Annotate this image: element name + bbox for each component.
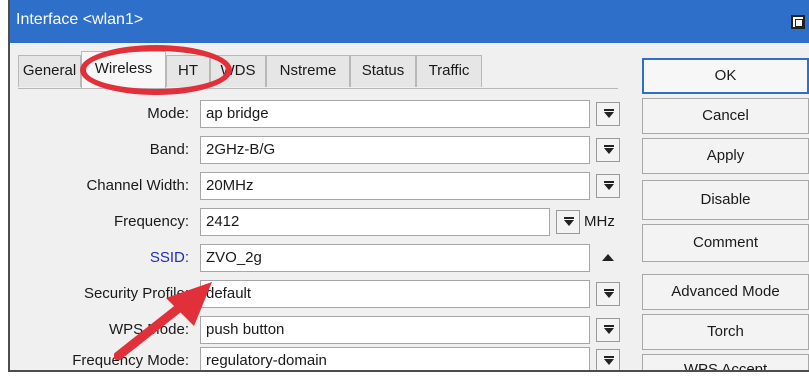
wps-mode-dropdown-icon[interactable] bbox=[596, 318, 620, 342]
channel-width-dropdown-icon[interactable] bbox=[596, 174, 620, 198]
wps-mode-select[interactable]: push button bbox=[200, 316, 590, 344]
tab-wds[interactable]: WDS bbox=[210, 55, 266, 87]
tab-divider bbox=[18, 88, 618, 89]
frequency-mode-dropdown-icon[interactable] bbox=[596, 349, 620, 370]
security-profile-select[interactable]: default bbox=[200, 280, 590, 308]
frequency-label: Frequency: bbox=[113, 213, 189, 230]
torch-button[interactable]: Torch bbox=[642, 314, 809, 350]
frequency-mode-label: Frequency Mode: bbox=[72, 352, 189, 369]
interface-window: Interface <wlan1> General Wireless HT WD… bbox=[8, 0, 809, 372]
tab-wireless[interactable]: Wireless bbox=[81, 51, 166, 88]
frequency-unit: MHz bbox=[584, 213, 615, 230]
mode-select[interactable]: ap bridge bbox=[200, 100, 590, 128]
window-title: Interface <wlan1> bbox=[16, 11, 144, 28]
advanced-mode-button[interactable]: Advanced Mode bbox=[642, 274, 809, 310]
tab-status[interactable]: Status bbox=[350, 55, 416, 87]
mode-dropdown-icon[interactable] bbox=[596, 102, 620, 126]
tab-general[interactable]: General bbox=[18, 55, 81, 87]
apply-button[interactable]: Apply bbox=[642, 138, 809, 174]
ok-button[interactable]: OK bbox=[642, 58, 809, 94]
security-profile-dropdown-icon[interactable] bbox=[596, 282, 620, 306]
wps-mode-label: WPS Mode: bbox=[108, 321, 189, 338]
tab-traffic[interactable]: Traffic bbox=[416, 55, 482, 87]
maximize-icon[interactable] bbox=[791, 15, 805, 29]
ssid-input[interactable]: ZVO_2g bbox=[200, 244, 590, 272]
channel-width-label: Channel Width: bbox=[86, 177, 189, 194]
cancel-button[interactable]: Cancel bbox=[642, 98, 809, 134]
security-profile-label: Security Profile: bbox=[83, 285, 189, 302]
ssid-label[interactable]: SSID: bbox=[150, 243, 189, 273]
band-select[interactable]: 2GHz-B/G bbox=[200, 136, 590, 164]
band-label: Band: bbox=[149, 141, 189, 158]
frequency-select[interactable]: 2412 bbox=[200, 208, 550, 236]
disable-button[interactable]: Disable bbox=[642, 180, 809, 220]
wps-accept-button[interactable]: WPS Accept bbox=[642, 354, 809, 370]
comment-button[interactable]: Comment bbox=[642, 224, 809, 262]
frequency-mode-select[interactable]: regulatory-domain bbox=[200, 347, 590, 370]
frequency-dropdown-icon[interactable] bbox=[556, 210, 580, 234]
title-bar[interactable]: Interface <wlan1> bbox=[10, 0, 809, 43]
tab-ht[interactable]: HT bbox=[166, 55, 210, 87]
collapse-up-icon[interactable] bbox=[602, 254, 614, 261]
mode-label: Mode: bbox=[147, 105, 189, 122]
band-dropdown-icon[interactable] bbox=[596, 138, 620, 162]
tab-nstreme[interactable]: Nstreme bbox=[266, 55, 350, 87]
channel-width-select[interactable]: 20MHz bbox=[200, 172, 590, 200]
